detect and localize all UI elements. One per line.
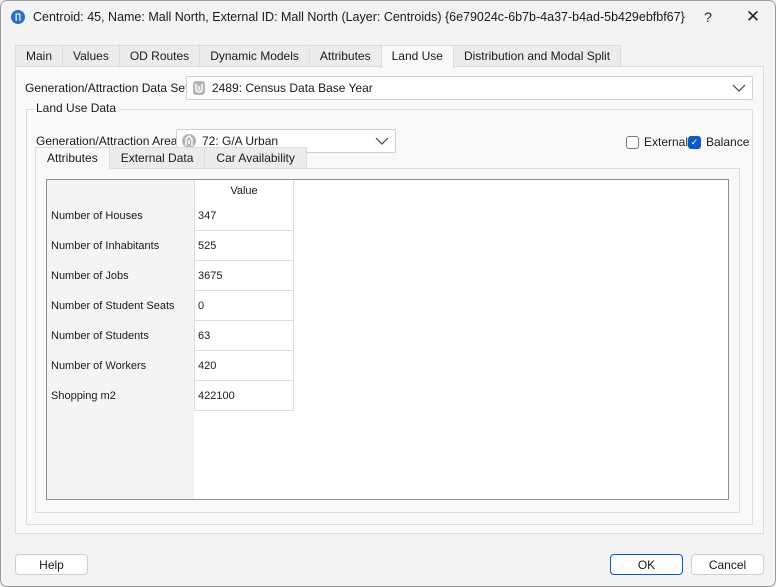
- close-button[interactable]: ✕: [732, 3, 774, 31]
- row-header: Number of Student Seats: [51, 300, 175, 312]
- group-title: Land Use Data: [33, 101, 120, 115]
- tab-attributes[interactable]: Attributes: [308, 45, 382, 67]
- attributes-subpanel: Value Number of Houses 347 Number of Inh…: [35, 168, 740, 513]
- main-tabs: Main Values OD Routes Dynamic Models Att…: [15, 45, 622, 68]
- help-question-button[interactable]: ?: [687, 3, 729, 31]
- help-button[interactable]: Help: [15, 554, 88, 575]
- chevron-down-icon: [375, 137, 389, 145]
- tab-od-routes[interactable]: OD Routes: [118, 45, 201, 67]
- title-bar: ∏ Centroid: 45, Name: Mall North, Extern…: [1, 1, 775, 35]
- cancel-button[interactable]: Cancel: [691, 554, 764, 575]
- row-header: Number of Workers: [51, 360, 147, 372]
- subtab-car-availability[interactable]: Car Availability: [204, 147, 307, 169]
- tab-land-use[interactable]: Land Use: [380, 45, 454, 68]
- row-header: Number of Inhabitants: [51, 240, 160, 252]
- tab-distribution-modal-split[interactable]: Distribution and Modal Split: [452, 45, 622, 67]
- value-cell[interactable]: 0: [194, 291, 294, 321]
- area-value: 72: G/A Urban: [202, 134, 279, 148]
- value-cell[interactable]: 420: [194, 351, 294, 381]
- subtab-attributes[interactable]: Attributes: [35, 147, 110, 170]
- chevron-down-icon: [732, 84, 746, 92]
- tab-main[interactable]: Main: [15, 45, 64, 67]
- attributes-grid[interactable]: Value Number of Houses 347 Number of Inh…: [46, 179, 729, 500]
- value-cell[interactable]: 347: [194, 201, 294, 231]
- balance-checkbox[interactable]: ✓ Balance: [688, 135, 749, 149]
- column-header-value[interactable]: Value: [194, 180, 294, 201]
- data-set-dropdown[interactable]: 2489: Census Data Base Year: [186, 76, 753, 100]
- row-header: Number of Jobs: [51, 270, 129, 282]
- row-header: Number of Houses: [51, 210, 143, 222]
- balance-checkbox-box[interactable]: ✓: [688, 135, 701, 149]
- subtab-external-data[interactable]: External Data: [108, 147, 206, 169]
- value-cell[interactable]: 3675: [194, 261, 294, 291]
- census-data-icon: [191, 79, 207, 97]
- row-header: Number of Students: [51, 330, 149, 342]
- app-icon: ∏: [11, 10, 25, 24]
- area-label: Generation/Attraction Area:: [36, 134, 181, 148]
- centroid-dialog: ∏ Centroid: 45, Name: Mall North, Extern…: [0, 0, 776, 587]
- check-icon: ✓: [690, 136, 699, 147]
- value-cell[interactable]: 525: [194, 231, 294, 261]
- data-set-label: Generation/Attraction Data Set:: [25, 81, 192, 95]
- tab-dynamic-models[interactable]: Dynamic Models: [199, 45, 310, 67]
- balance-label: Balance: [706, 135, 750, 149]
- external-checkbox-box[interactable]: [626, 135, 639, 149]
- external-checkbox[interactable]: External: [626, 135, 688, 149]
- value-cell[interactable]: 63: [194, 321, 294, 351]
- row-header: Shopping m2: [51, 390, 116, 402]
- land-use-panel: Generation/Attraction Data Set: 2489: Ce…: [15, 66, 764, 534]
- external-label: External: [644, 135, 689, 149]
- land-use-subtabs: Attributes External Data Car Availabilit…: [35, 147, 307, 170]
- window-title: Centroid: 45, Name: Mall North, External…: [33, 10, 685, 24]
- value-cell[interactable]: 422100: [194, 381, 294, 411]
- data-set-value: 2489: Census Data Base Year: [212, 81, 373, 95]
- land-use-data-group: Land Use Data Generation/Attraction Area…: [26, 101, 753, 525]
- ok-button[interactable]: OK: [610, 554, 683, 575]
- tab-values[interactable]: Values: [62, 45, 120, 67]
